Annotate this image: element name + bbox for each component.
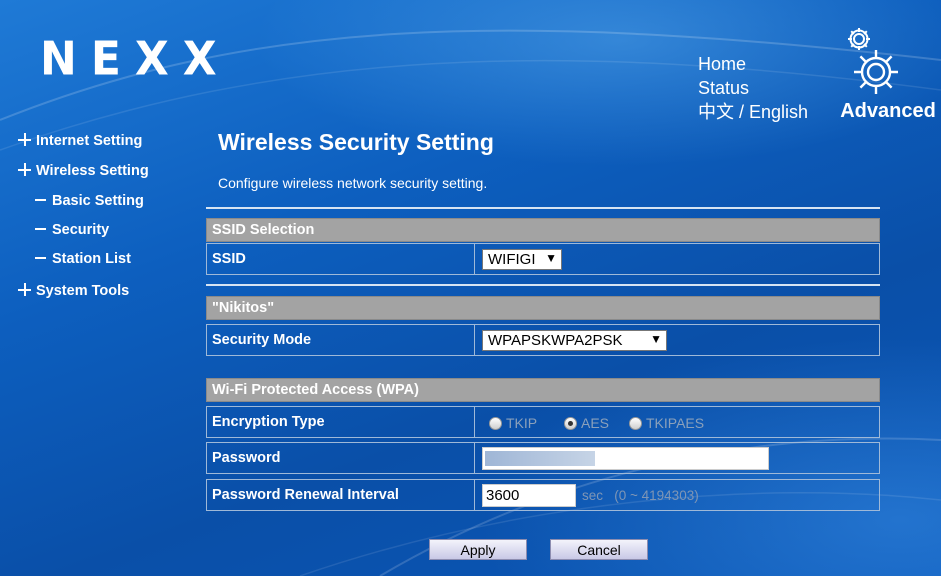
password-label: Password [207,443,475,473]
plus-icon [18,283,31,296]
radio-button[interactable] [629,417,642,430]
sidebar-item-label: Wireless Setting [36,163,149,179]
status-link[interactable]: Status [698,76,808,100]
security-mode-select-value: WPAPSKWPA2PSK [488,332,623,349]
sidebar-item-system-tools[interactable]: System Tools [18,283,129,299]
sidebar-item-basic-setting[interactable]: Basic Setting [35,193,144,209]
cancel-button[interactable]: Cancel [550,539,648,560]
gears-icon [836,26,940,100]
lang-chinese-link[interactable]: 中文 [698,102,734,122]
renewal-interval-cell: 3600 sec (0 ~ 4194303) [479,480,879,510]
security-mode-select[interactable]: WPAPSKWPA2PSK ▼ [482,330,667,351]
divider [206,207,880,209]
lang-separator: / [734,102,750,122]
page-description: Configure wireless network security sett… [218,175,488,191]
renewal-interval-unit: sec (0 ~ 4194303) [582,488,699,503]
sidebar-item-label: Internet Setting [36,133,143,149]
password-input[interactable] [482,447,769,470]
top-nav: Home Status 中文 / English [698,52,808,124]
sidebar-item-label: Station List [52,251,131,267]
ssid-label: SSID [207,244,475,274]
sidebar-item-wireless-setting[interactable]: Wireless Setting [18,163,149,179]
lang-english-link[interactable]: English [749,102,808,122]
radio-label: TKIP [506,415,538,431]
dash-icon [35,199,46,201]
renewal-interval-label: Password Renewal Interval [207,480,475,510]
home-link[interactable]: Home [698,52,808,76]
dash-icon [35,228,46,230]
security-mode-row: Security Mode WPAPSKWPA2PSK ▼ [206,324,880,356]
encryption-radio-tkipaes[interactable]: TKIPAES [629,415,704,431]
network-section-header: "Nikitos" [206,296,880,320]
dropdown-arrow-icon: ▼ [650,332,662,346]
sidebar-item-label: System Tools [36,283,130,299]
encryption-type-row: Encryption Type TKIP AES TKIPAES [206,406,880,438]
dropdown-arrow-icon: ▼ [545,251,557,265]
wpa-section-header: Wi-Fi Protected Access (WPA) [206,378,880,402]
ssid-section-header: SSID Selection [206,218,880,242]
sidebar-item-label: Security [52,222,110,238]
radio-label: TKIPAES [646,415,705,431]
language-switch: 中文 / English [698,100,808,124]
sidebar-item-internet-setting[interactable]: Internet Setting [18,133,142,149]
encryption-type-cell: TKIP AES TKIPAES [479,407,879,437]
encryption-type-label: Encryption Type [207,407,475,437]
sidebar-item-station-list[interactable]: Station List [35,251,131,267]
ssid-select[interactable]: WIFIGI ▼ [482,249,562,270]
radio-button-selected[interactable] [564,417,577,430]
ssid-row: SSID WIFIGI ▼ [206,243,880,275]
sidebar-item-label: Basic Setting [52,193,144,209]
password-redacted [485,451,595,466]
renewal-interval-row: Password Renewal Interval 3600 sec (0 ~ … [206,479,880,511]
password-row: Password [206,442,880,474]
advanced-link[interactable]: Advanced [836,26,940,122]
advanced-label: Advanced [840,100,936,122]
apply-button[interactable]: Apply [429,539,527,560]
radio-button[interactable] [489,417,502,430]
password-cell [479,443,879,473]
security-mode-value-cell: WPAPSKWPA2PSK ▼ [479,325,879,355]
plus-icon [18,133,31,146]
page-title: Wireless Security Setting [218,129,494,155]
ssid-value-cell: WIFIGI ▼ [479,244,879,274]
brand-logo: NEXX [40,32,231,87]
plus-icon [18,163,31,176]
divider [206,284,880,286]
dash-icon [35,257,46,259]
ssid-select-value: WIFIGI [488,251,536,268]
encryption-radio-tkip[interactable]: TKIP [489,415,537,431]
renewal-interval-input[interactable]: 3600 [482,484,576,507]
radio-label: AES [581,415,610,431]
sidebar-item-security[interactable]: Security [35,222,109,238]
security-mode-label: Security Mode [207,325,475,355]
encryption-radio-aes[interactable]: AES [564,415,609,431]
